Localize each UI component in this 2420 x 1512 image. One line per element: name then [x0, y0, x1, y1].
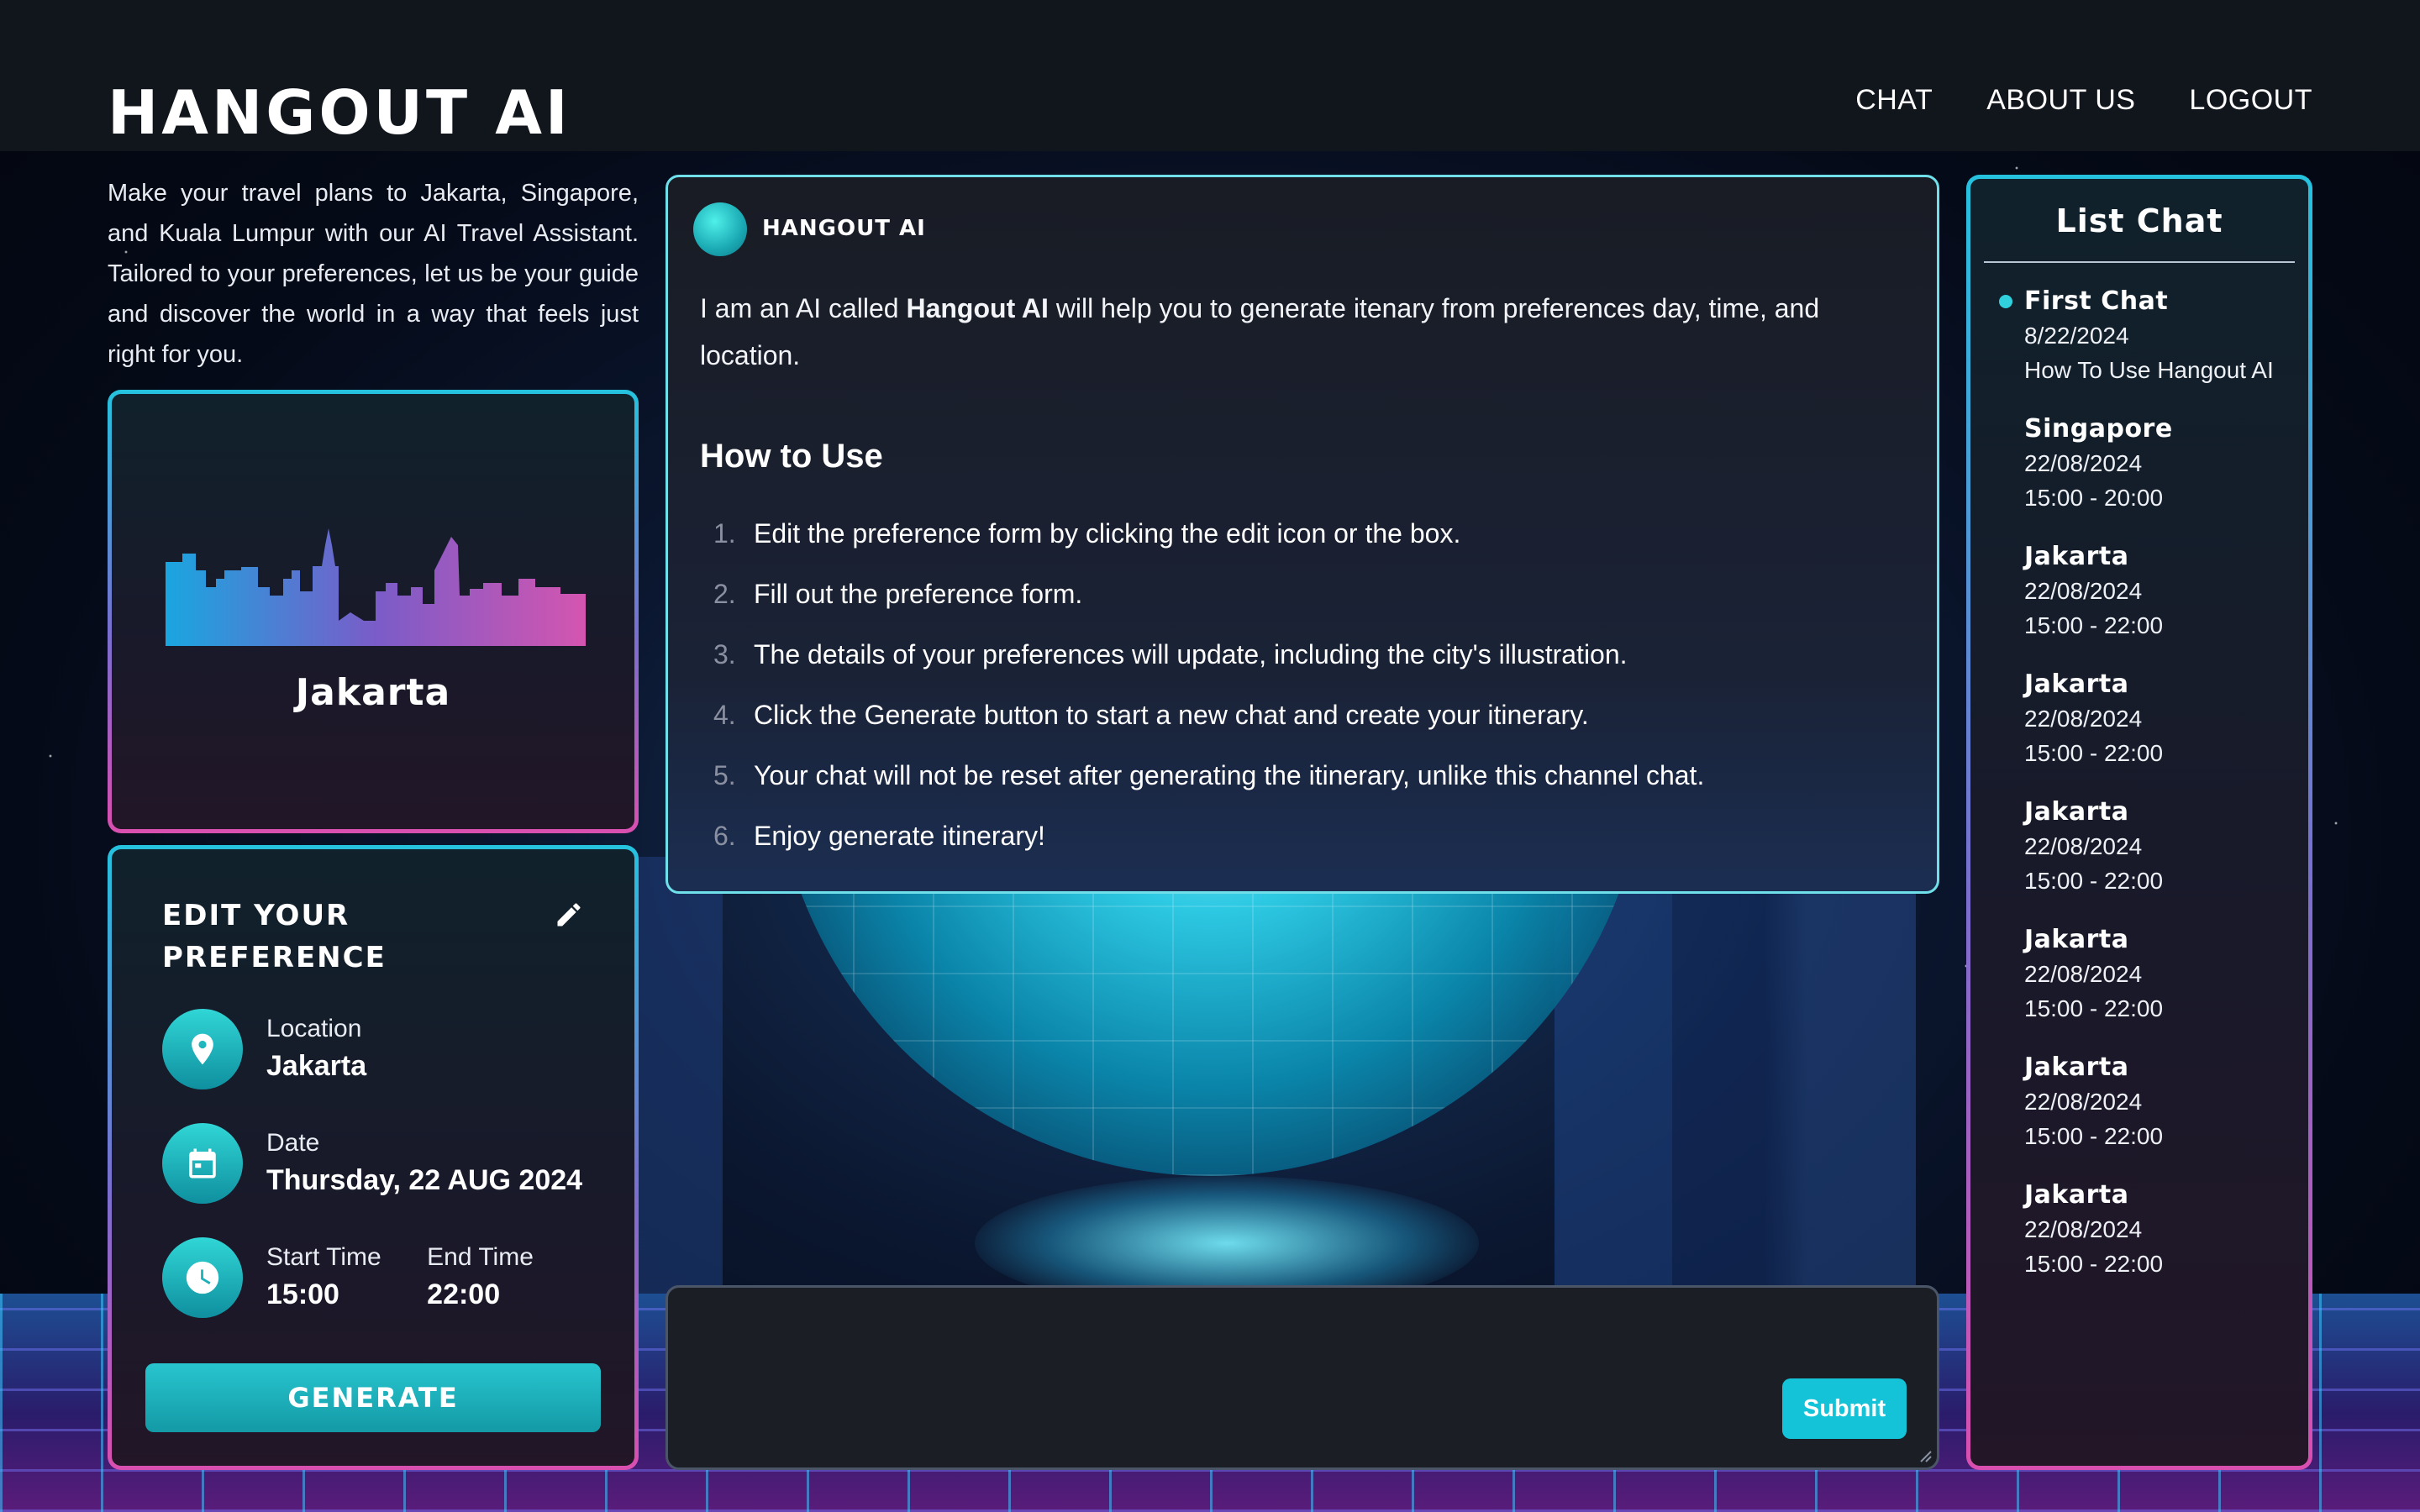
chat-item-time: 15:00 - 22:00 — [2024, 995, 2164, 1021]
date-value: Thursday, 22 AUG 2024 — [266, 1164, 583, 1196]
start-time-value: 15:00 — [266, 1278, 339, 1310]
pencil-icon[interactable] — [554, 900, 584, 930]
chat-list-panel: List Chat First Chat 8/22/2024 How To Us… — [1966, 175, 2312, 1470]
list-item: 1. Edit the preference form by clicking t… — [713, 518, 1461, 549]
chat-list-item[interactable]: Jakarta 22/08/2024 15:00 - 22:00 — [1970, 540, 2308, 668]
end-time-value: 22:00 — [427, 1278, 501, 1310]
chat-item-title: Jakarta — [2024, 1053, 2129, 1082]
chat-item-date: 22/08/2024 — [2024, 1089, 2143, 1115]
how-to-use-heading: How to Use — [700, 438, 883, 475]
bot-name: HANGOUT AI — [762, 216, 926, 241]
chat-item-title: Jakarta — [2024, 1180, 2129, 1210]
chat-list-item[interactable]: Jakarta 22/08/2024 15:00 - 22:00 — [1970, 923, 2308, 1051]
nav-about-us[interactable]: ABOUT US — [1986, 84, 2135, 117]
chat-item-time: 15:00 - 22:00 — [2024, 1251, 2164, 1277]
main-nav: CHAT ABOUT US LOGOUT — [1855, 84, 2312, 117]
list-item: 5. Your chat will not be reset after gene… — [713, 760, 1705, 790]
chat-item-date: 22/08/2024 — [2024, 450, 2143, 476]
intro-text: Make your travel plans to Jakarta, Singa… — [108, 180, 639, 368]
chat-item-time: 15:00 - 22:00 — [2024, 868, 2164, 894]
chat-item-date: 22/08/2024 — [2024, 961, 2143, 987]
bot-avatar — [693, 202, 747, 256]
chat-list: First Chat 8/22/2024 How To Use Hangout … — [1970, 285, 2308, 1306]
message-input-panel: Submit — [666, 1285, 1939, 1470]
calendar-icon — [162, 1123, 243, 1204]
chat-item-title: Jakarta — [2024, 925, 2129, 954]
intro-pre: I am an AI called — [700, 293, 907, 323]
preference-card[interactable]: EDIT YOUR PREFERENCE Location Jakarta Da… — [108, 845, 639, 1470]
chat-item-subtitle: How To Use Hangout AI — [2024, 357, 2274, 383]
chat-item-date: 22/08/2024 — [2024, 578, 2143, 604]
message-input[interactable] — [685, 1305, 1710, 1447]
chat-item-title: Singapore — [2024, 414, 2173, 444]
chat-list-item[interactable]: Jakarta 22/08/2024 15:00 - 22:00 — [1970, 795, 2308, 923]
chat-panel: HANGOUT AI I am an AI called Hangout AI … — [666, 175, 1939, 894]
chat-item-date: 22/08/2024 — [2024, 706, 2143, 732]
clock-icon — [162, 1237, 243, 1318]
divider — [1984, 261, 2295, 263]
bot-intro-message: I am an AI called Hangout AI will help y… — [700, 285, 1902, 379]
chat-item-time: 15:00 - 20:00 — [2024, 485, 2164, 511]
city-name-label: Jakarta — [295, 671, 451, 714]
chat-item-time: 15:00 - 22:00 — [2024, 1123, 2164, 1149]
chat-list-item-first-chat[interactable]: First Chat 8/22/2024 How To Use Hangout … — [1970, 285, 2308, 412]
jakarta-skyline-illustration — [166, 528, 586, 646]
list-item: 2. Fill out the preference form. — [713, 579, 1083, 609]
chat-item-time: 15:00 - 22:00 — [2024, 612, 2164, 638]
how-to-steps: 1. Edit the preference form by clicking t… — [700, 503, 1704, 866]
preference-title: EDIT YOUR PREFERENCE — [162, 899, 387, 974]
resize-grip-icon[interactable] — [1917, 1447, 1932, 1462]
city-illustration-card[interactable]: Jakarta — [108, 390, 639, 833]
submit-button[interactable]: Submit — [1782, 1378, 1907, 1439]
list-item: 3. The details of your preferences will u… — [713, 639, 1628, 669]
chat-list-item[interactable]: Jakarta 22/08/2024 15:00 - 22:00 — [1970, 1051, 2308, 1179]
chat-item-date: 8/22/2024 — [2024, 323, 2129, 349]
list-item: 4. Click the Generate button to start a n… — [713, 700, 1589, 730]
location-pin-icon — [162, 1009, 243, 1089]
chat-item-title: First Chat — [2024, 286, 2169, 316]
chat-item-title: Jakarta — [2024, 542, 2129, 571]
chat-item-time: 15:00 - 22:00 — [2024, 740, 2164, 766]
chat-item-title: Jakarta — [2024, 797, 2129, 827]
brand-logo[interactable]: HANGOUT AI — [108, 77, 571, 148]
active-dot — [1999, 295, 2012, 308]
location-value: Jakarta — [266, 1050, 367, 1082]
location-row[interactable]: Location Jakarta — [162, 1009, 366, 1089]
nav-logout[interactable]: LOGOUT — [2189, 84, 2312, 117]
date-label: Date — [266, 1129, 320, 1157]
time-row[interactable]: Start Time 15:00 End Time 22:00 — [162, 1237, 576, 1318]
top-navbar: HANGOUT AI CHAT ABOUT US LOGOUT — [0, 0, 2420, 151]
nav-chat[interactable]: CHAT — [1855, 84, 1933, 117]
date-row[interactable]: Date Thursday, 22 AUG 2024 — [162, 1123, 582, 1204]
generate-button[interactable]: GENERATE — [145, 1363, 601, 1432]
chat-list-item[interactable]: Singapore 22/08/2024 15:00 - 20:00 — [1970, 412, 2308, 540]
end-time-label: End Time — [427, 1243, 534, 1271]
chat-item-date: 22/08/2024 — [2024, 833, 2143, 859]
chat-item-title: Jakarta — [2024, 669, 2129, 699]
intro-bold: Hangout AI — [906, 293, 1049, 323]
chat-list-title: List Chat — [2055, 202, 2223, 239]
chat-item-date: 22/08/2024 — [2024, 1216, 2143, 1242]
chat-list-item[interactable]: Jakarta 22/08/2024 15:00 - 22:00 — [1970, 1179, 2308, 1306]
start-time-label: Start Time — [266, 1243, 381, 1271]
chat-list-item[interactable]: Jakarta 22/08/2024 15:00 - 22:00 — [1970, 668, 2308, 795]
list-item: 6. Enjoy generate itinerary! — [713, 821, 1045, 851]
location-label: Location — [266, 1015, 362, 1042]
